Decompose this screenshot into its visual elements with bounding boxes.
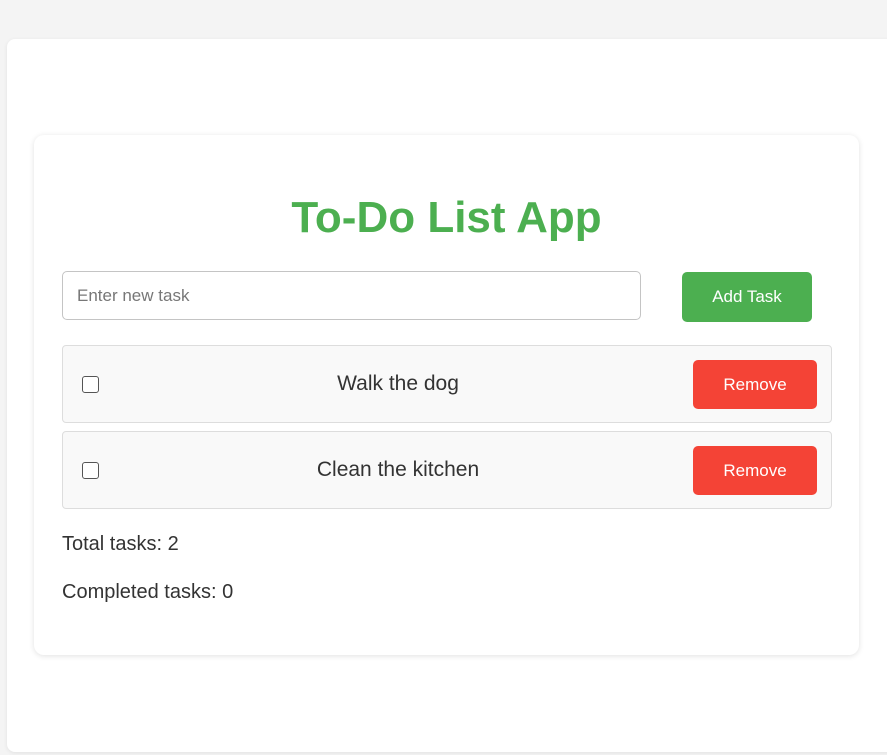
task-text: Walk the dog: [337, 372, 459, 395]
page-title: To-Do List App: [291, 193, 602, 242]
remove-task-button[interactable]: Remove: [693, 360, 817, 409]
task-list: Walk the dog Remove Clean the kitchen Re…: [62, 345, 832, 517]
total-tasks-count: Total tasks: 2: [62, 533, 179, 555]
add-task-button[interactable]: Add Task: [682, 272, 812, 322]
task-text: Clean the kitchen: [316, 458, 480, 481]
task-item: Clean the kitchen Remove: [62, 431, 832, 509]
task-checkbox[interactable]: [82, 462, 99, 479]
todo-card: To-Do List App Add Task Walk the dog Rem…: [34, 135, 859, 655]
task-checkbox[interactable]: [82, 376, 99, 393]
completed-tasks-count: Completed tasks: 0: [62, 581, 234, 603]
new-task-input[interactable]: [62, 271, 641, 320]
remove-task-button[interactable]: Remove: [693, 446, 817, 495]
task-item: Walk the dog Remove: [62, 345, 832, 423]
